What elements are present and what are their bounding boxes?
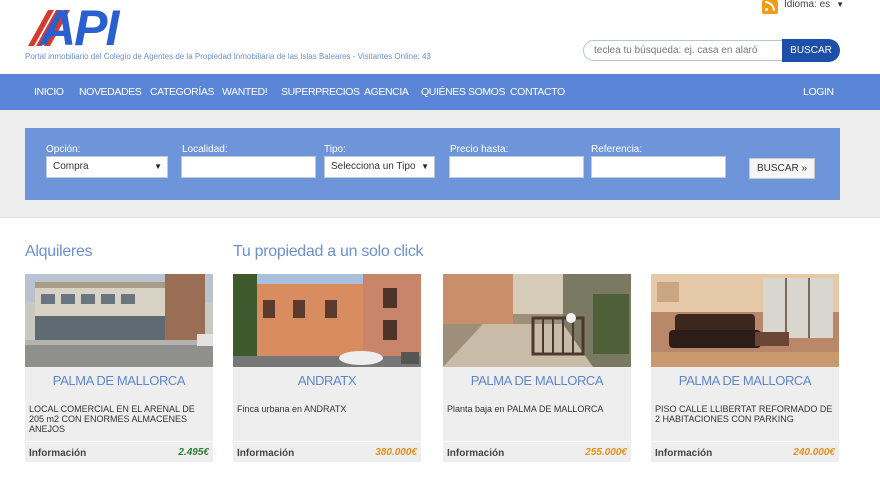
rss-icon[interactable] [762,0,778,14]
nav-item-wanted[interactable]: WANTED! [222,74,268,110]
info-link[interactable]: Información [447,448,504,459]
listing-price: 240.000€ [793,447,835,458]
card-divider [443,441,631,442]
listing-city[interactable]: PALMA DE MALLORCA [443,373,631,388]
listing-photo[interactable] [443,274,631,367]
option-select-value: Compra [53,161,89,172]
reference-input[interactable] [591,156,726,178]
option-select[interactable]: Compra ▼ [46,156,168,178]
site-tagline: Portal inmobiliario del Colegio de Agent… [25,52,431,61]
max-price-label: Precio hasta: [450,144,509,155]
nav-item-superprecios[interactable]: SUPERPRECIOS [281,74,360,110]
search-input[interactable]: teclea tu búsqueda: ej. casa en alaró [583,40,783,61]
listing-city[interactable]: PALMA DE MALLORCA [651,373,839,388]
listing-card[interactable]: PALMA DE MALLORCA PISO CALLE LLIBERTAT R… [651,274,839,462]
info-link[interactable]: Información [237,448,294,459]
login-link[interactable]: LOGIN [803,74,834,110]
info-link[interactable]: Información [29,448,86,459]
type-select-value: Selecciona un Tipo [331,161,416,172]
nav-item-contacto[interactable]: CONTACTO [510,74,565,110]
nav-item-categorias[interactable]: CATEGORÍAS [150,74,214,110]
filter-search-button[interactable]: BUSCAR » [749,158,815,179]
listing-photo[interactable] [25,274,213,367]
nav-item-inicio[interactable]: INICIO [34,74,64,110]
listing-card[interactable]: ANDRATX Finca urbana en ANDRATX Informac… [233,274,421,462]
logo-text: API [40,0,119,56]
max-price-input[interactable] [449,156,584,178]
listing-description: Finca urbana en ANDRATX [237,404,347,414]
nav-item-novedades[interactable]: NOVEDADES [79,74,142,110]
reference-label: Referencia: [591,144,643,155]
page: API Portal inmobiliario del Colegio de A… [0,0,880,495]
chevron-down-icon: ▼ [421,162,429,171]
site-header: API Portal inmobiliario del Colegio de A… [0,0,880,74]
type-select[interactable]: Selecciona un Tipo ▼ [324,156,435,178]
chevron-down-icon[interactable]: ▼ [836,0,844,9]
listing-photo[interactable] [651,274,839,367]
listing-description: Planta baja en PALMA DE MALLORCA [447,404,604,414]
listing-card[interactable]: PALMA DE MALLORCA LOCAL COMERCIAL EN EL … [25,274,213,462]
main-nav: INICIO NOVEDADES CATEGORÍAS WANTED! SUPE… [0,74,880,110]
listing-price: 2.495€ [178,447,209,458]
listing-city[interactable]: PALMA DE MALLORCA [25,373,213,388]
language-selector[interactable]: Idioma: es ▼ [762,0,844,14]
location-label: Localidad: [182,144,228,155]
listing-city[interactable]: ANDRATX [233,373,421,388]
one-click-title: Tu propiedad a un solo click [233,243,424,260]
rentals-title: Alquileres [25,243,93,260]
type-label: Tipo: [324,144,346,155]
api-logo[interactable]: API [26,0,136,56]
nav-item-quienes-somos[interactable]: QUIÉNES SOMOS [421,74,505,110]
listing-price: 380.000€ [375,447,417,458]
location-input[interactable] [181,156,316,178]
chevron-down-icon: ▼ [154,162,162,171]
info-link[interactable]: Información [655,448,712,459]
search-button[interactable]: BUSCAR [782,39,840,62]
option-label: Opción: [46,144,81,155]
listing-description: PISO CALLE LLIBERTAT REFORMADO DE 2 HABI… [655,404,833,424]
card-divider [651,441,839,442]
listing-price: 255.000€ [585,447,627,458]
listing-card[interactable]: PALMA DE MALLORCA Planta baja en PALMA D… [443,274,631,462]
card-divider [233,441,421,442]
nav-item-agencia[interactable]: AGENCIA [364,74,409,110]
card-divider [25,441,213,442]
language-label[interactable]: Idioma: es [784,0,830,10]
listing-description: LOCAL COMERCIAL EN EL ARENAL DE 205 m2 C… [29,404,195,434]
listing-photo[interactable] [233,274,421,367]
